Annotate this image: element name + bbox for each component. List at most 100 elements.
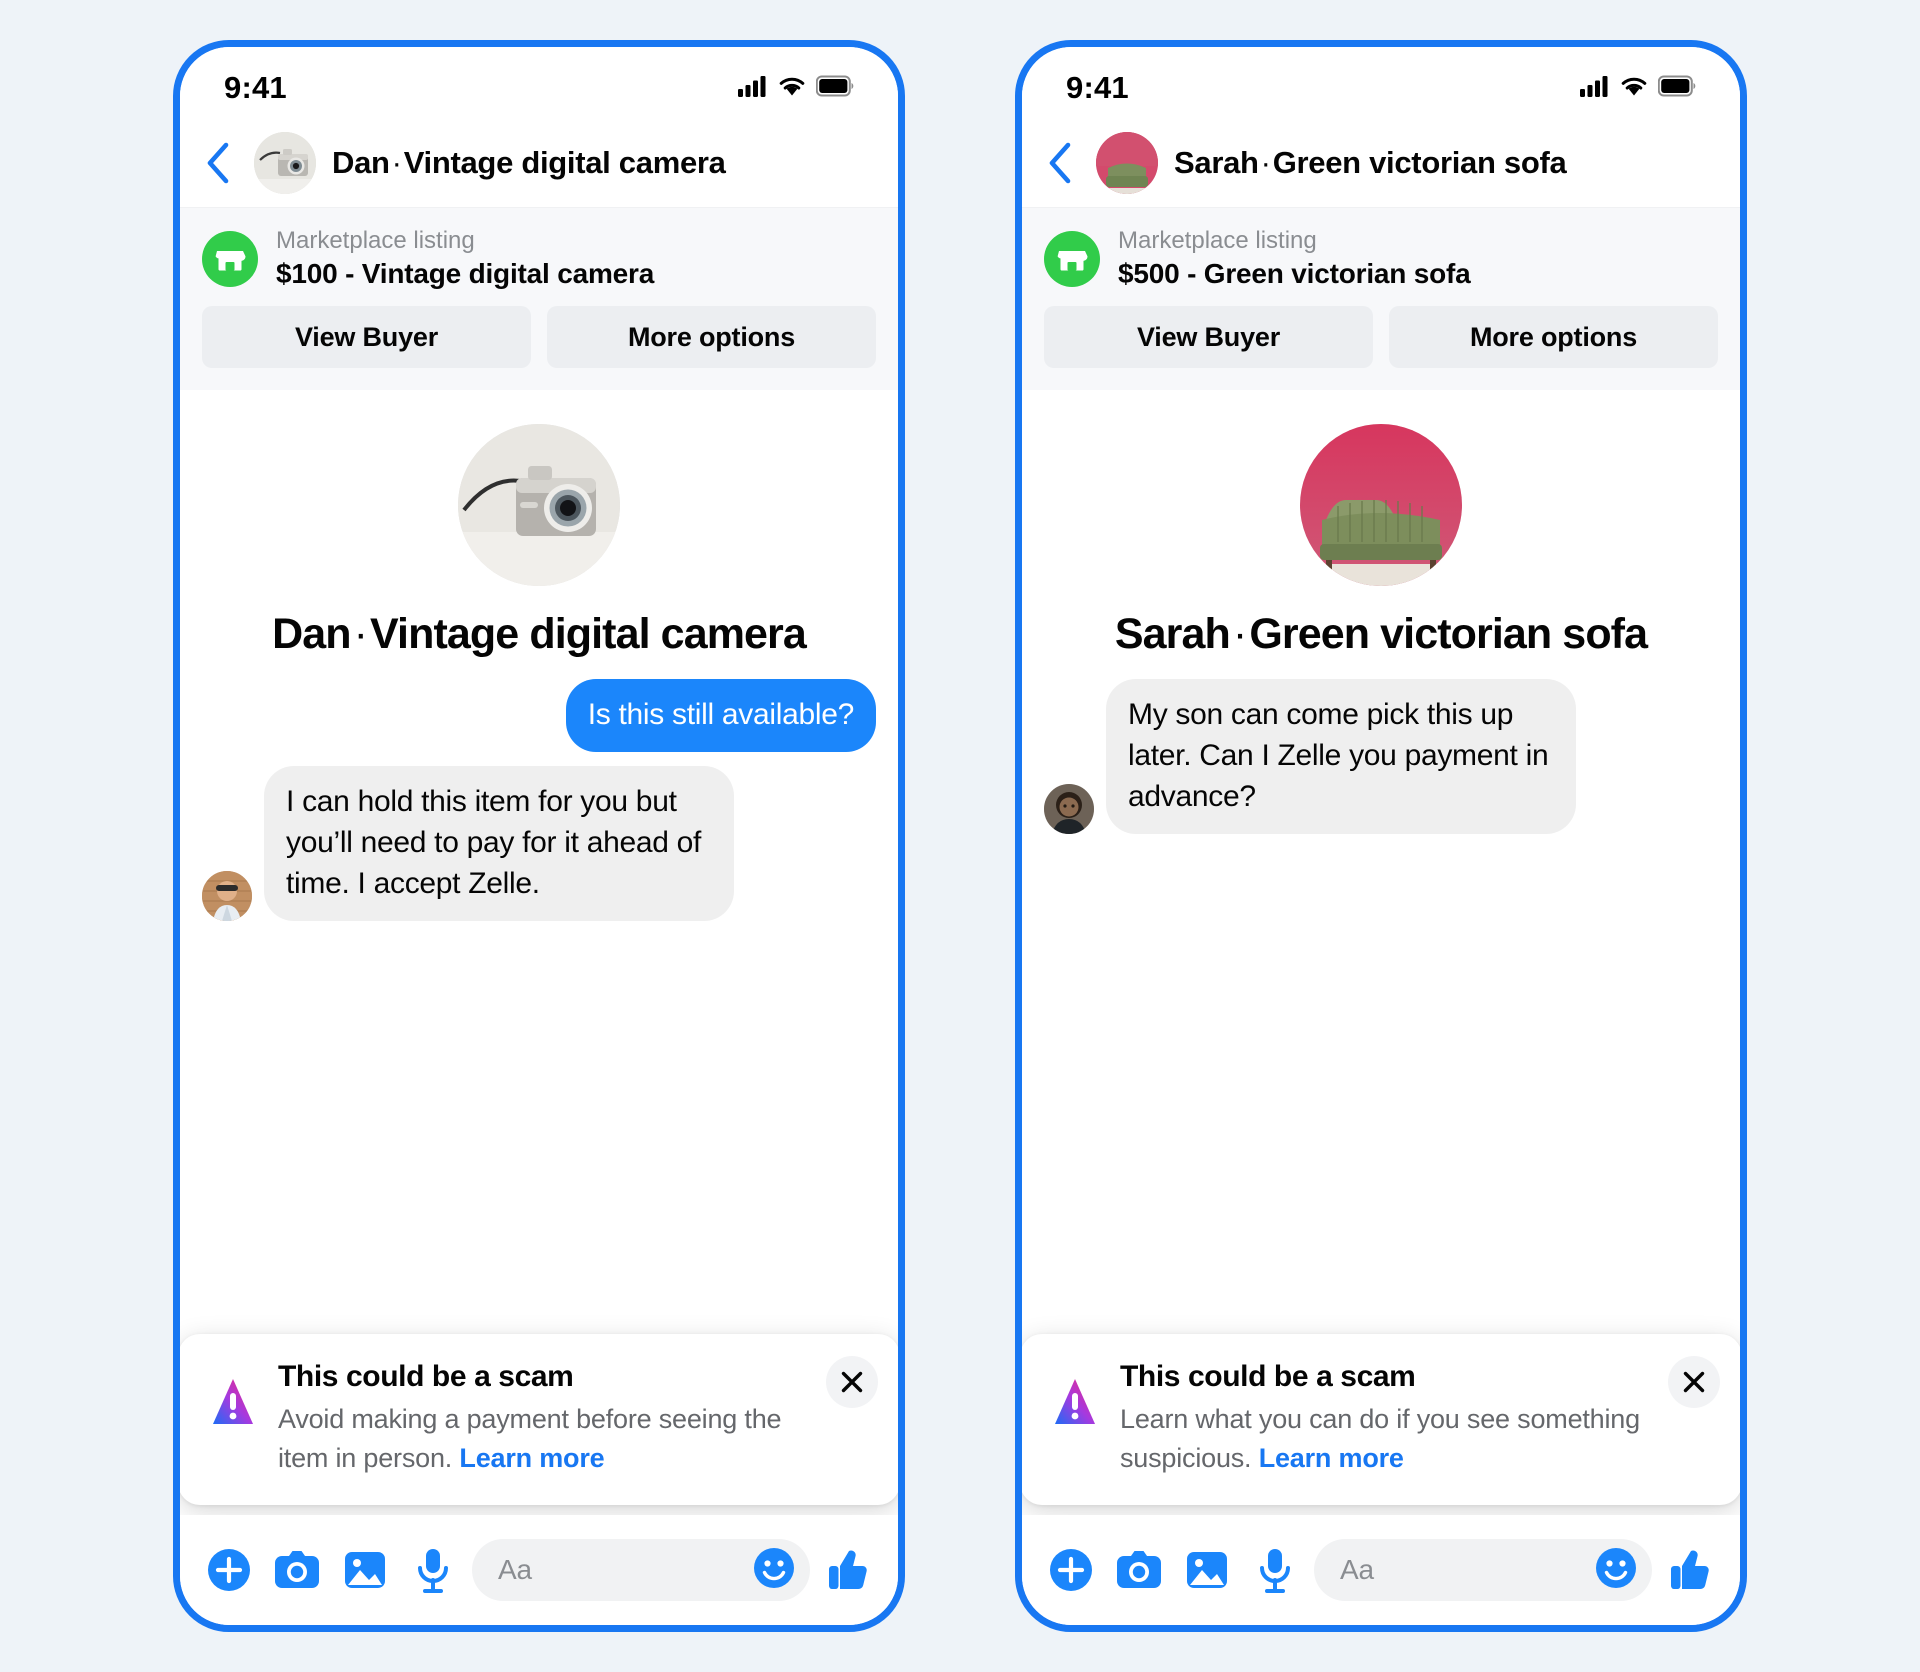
scam-warning-card: This could be a scam Learn what you can … [1022,1334,1740,1505]
message-input-placeholder: Aa [498,1554,532,1585]
close-icon[interactable] [826,1356,878,1409]
learn-more-link[interactable]: Learn more [1259,1443,1404,1473]
photo-gallery-icon[interactable] [1178,1541,1236,1599]
scam-warning-card: This could be a scam Avoid making a paym… [180,1334,898,1505]
thumbs-up-icon[interactable] [820,1541,878,1599]
emoji-smiley-icon[interactable] [1594,1546,1638,1595]
marketplace-subtitle: Marketplace listing [1118,227,1317,254]
microphone-icon[interactable] [1246,1541,1304,1599]
back-chevron-icon[interactable] [198,141,238,185]
marketplace-storefront-icon [1044,231,1100,288]
back-chevron-icon[interactable] [1040,141,1080,185]
thumbs-up-icon[interactable] [1662,1541,1720,1599]
more-options-button[interactable]: More options [1389,306,1718,369]
photo-gallery-icon[interactable] [336,1541,394,1599]
marketplace-actions: View Buyer More options [1044,306,1718,369]
status-icons [738,75,854,102]
emoji-smiley-icon[interactable] [752,1546,796,1595]
hero-separator: · [1232,610,1247,659]
conversation-body: Sarah·Green victorian sofa My son can co… [1022,390,1740,1515]
message-row-incoming: My son can come pick this up later. Can … [1044,679,1718,834]
message-row-outgoing: Is this still available? [202,679,876,753]
hero-image-camera [458,424,620,587]
scam-warning-title: This could be a scam [1120,1360,1416,1394]
signal-bars-icon [738,75,768,102]
hero-item-name: Green victorian sofa [1249,610,1648,659]
status-time: 9:41 [1066,70,1129,105]
header-person-name: Sarah [1174,145,1259,180]
message-input-field[interactable]: Aa [472,1539,810,1601]
conversation-hero: Dan·Vintage digital camera [202,424,876,659]
hero-title: Sarah·Green victorian sofa [1114,610,1648,659]
hero-person-name: Sarah [1114,610,1231,659]
message-input-field[interactable]: Aa [1314,1539,1652,1601]
plus-circle-icon[interactable] [200,1541,258,1599]
header-title: Dan·Vintage digital camera [332,145,726,181]
learn-more-link[interactable]: Learn more [459,1443,604,1473]
header-title: Sarah·Green victorian sofa [1174,145,1567,181]
marketplace-storefront-icon [202,231,258,288]
marketplace-subtitle: Marketplace listing [276,227,475,254]
hero-image-sofa [1300,424,1462,587]
chat-header: Sarah·Green victorian sofa [1022,119,1740,207]
header-person-name: Dan [332,145,390,180]
hero-separator: · [353,610,368,659]
marketplace-listing-strip: Marketplace listing $100 - Vintage digit… [180,207,898,391]
marketplace-listing-text: Marketplace listing $500 - Green victori… [1118,226,1471,292]
header-item-name: Vintage digital camera [403,145,726,180]
marketplace-listing-text: Marketplace listing $100 - Vintage digit… [276,226,654,292]
chat-header: Dan·Vintage digital camera [180,119,898,207]
message-bubble-incoming[interactable]: My son can come pick this up later. Can … [1106,679,1576,834]
status-bar: 9:41 [180,47,898,119]
screenshot-stage: 9:41 Dan·Vintage digital camera Marketpl… [0,0,1920,1672]
header-separator: · [391,145,402,180]
wifi-icon [1620,75,1648,102]
scam-warning-text: This could be a scam Avoid making a paym… [278,1360,878,1477]
conversation-body: Dan·Vintage digital camera Is this still… [180,390,898,1515]
message-input-placeholder: Aa [1340,1554,1374,1585]
marketplace-actions: View Buyer More options [202,306,876,369]
message-bubble-incoming[interactable]: I can hold this item for you but you’ll … [264,766,734,921]
plus-circle-icon[interactable] [1042,1541,1100,1599]
header-avatar-sofa[interactable] [1096,132,1158,194]
view-buyer-button[interactable]: View Buyer [202,306,531,369]
conversation-hero: Sarah·Green victorian sofa [1044,424,1718,659]
more-options-button[interactable]: More options [547,306,876,369]
header-separator: · [1260,145,1271,180]
scam-warning-body: Avoid making a payment before seeing the… [278,1400,838,1477]
hero-title: Dan·Vintage digital camera [272,610,807,659]
sarah-profile-photo-avatar[interactable] [1044,783,1094,834]
status-icons [1580,75,1696,102]
message-bubble-outgoing[interactable]: Is this still available? [565,679,876,753]
scam-warning-body: Learn what you can do if you see somethi… [1120,1400,1680,1477]
camera-icon[interactable] [1110,1541,1168,1599]
camera-icon[interactable] [268,1541,326,1599]
microphone-icon[interactable] [404,1541,462,1599]
marketplace-title: $500 - Green victorian sofa [1118,258,1471,289]
marketplace-listing-row[interactable]: Marketplace listing $100 - Vintage digit… [202,222,876,306]
scam-warning-wrapper: This could be a scam Learn what you can … [1022,1334,1740,1505]
hero-person-name: Dan [272,610,351,659]
status-bar: 9:41 [1022,47,1740,119]
warning-triangle-icon [204,1360,262,1435]
battery-full-icon [1657,75,1696,102]
phone-mockup-2: 9:41 Sarah·Green victorian sofa Marketpl… [1015,40,1747,1632]
warning-triangle-icon [1046,1360,1104,1435]
view-buyer-button[interactable]: View Buyer [1044,306,1373,369]
phone-mockup-1: 9:41 Dan·Vintage digital camera Marketpl… [173,40,905,1632]
message-composer: Aa [1022,1515,1740,1625]
message-composer: Aa [180,1515,898,1625]
scam-warning-text: This could be a scam Learn what you can … [1120,1360,1720,1477]
close-icon[interactable] [1668,1356,1720,1409]
header-avatar-camera[interactable] [254,132,316,194]
marketplace-listing-row[interactable]: Marketplace listing $500 - Green victori… [1044,222,1718,306]
message-row-incoming: I can hold this item for you but you’ll … [202,766,876,921]
header-item-name: Green victorian sofa [1272,145,1567,180]
battery-full-icon [815,75,854,102]
marketplace-title: $100 - Vintage digital camera [276,258,655,289]
scam-warning-wrapper: This could be a scam Avoid making a paym… [180,1334,898,1505]
wifi-icon [778,75,806,102]
dan-profile-photo-avatar[interactable] [202,870,252,921]
status-time: 9:41 [224,70,287,105]
signal-bars-icon [1580,75,1610,102]
